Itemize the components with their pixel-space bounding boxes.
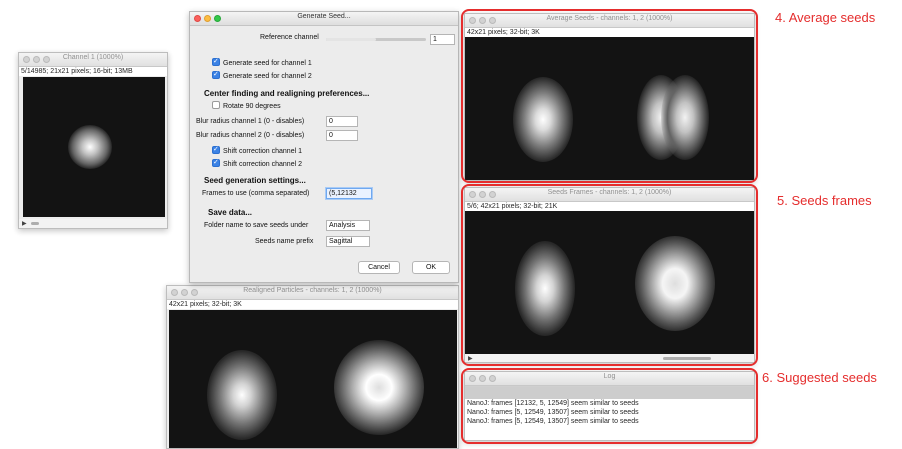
cancel-button[interactable]: Cancel <box>358 261 400 274</box>
checkbox-icon[interactable] <box>212 57 220 66</box>
channel1-image[interactable] <box>23 77 165 217</box>
checkbox-shift1[interactable]: Shift correction channel 1 <box>212 145 302 155</box>
annotation-suggested-seeds: 6. Suggested seeds <box>762 370 877 385</box>
blur1-field[interactable]: 0 <box>326 116 358 127</box>
window-title: Channel 1 (1000%) <box>62 54 124 61</box>
annotation-seeds-frames: 5. Seeds frames <box>777 193 872 208</box>
frames-field[interactable]: (5,12132 <box>326 188 372 199</box>
frame-scrollbar[interactable]: ▶ <box>19 219 167 228</box>
image-info: 5/14985; 21x21 pixels; 16-bit; 13MB <box>19 67 167 76</box>
reference-channel-field[interactable]: 1 <box>430 34 455 45</box>
dialog-titlebar[interactable]: Generate Seed... <box>190 12 458 26</box>
highlight-seeds-frames <box>461 184 758 366</box>
highlight-log <box>461 368 758 444</box>
annotation-average-seeds: 4. Average seeds <box>775 10 876 25</box>
window-title: Realigned Particles - channels: 1, 2 (10… <box>243 287 382 294</box>
checkbox-shift2[interactable]: Shift correction channel 2 <box>212 158 302 168</box>
checkbox-icon[interactable] <box>212 145 220 154</box>
blur1-label: Blur radius channel 1 (0 - disables) <box>196 118 305 125</box>
checkbox-generate-ch1[interactable]: Generate seed for channel 1 <box>212 57 312 67</box>
play-icon[interactable]: ▶ <box>22 220 27 227</box>
reference-channel-label: Reference channel <box>260 34 319 41</box>
channel1-window[interactable]: Channel 1 (1000%) 5/14985; 21x21 pixels;… <box>18 52 168 229</box>
blur2-field[interactable]: 0 <box>326 130 358 141</box>
seed-generation-heading: Seed generation settings... <box>204 176 306 185</box>
frames-label: Frames to use (comma separated) <box>202 190 310 197</box>
highlight-average-seeds <box>461 9 758 183</box>
dialog-title: Generate Seed... <box>297 13 351 20</box>
checkbox-icon[interactable] <box>212 158 220 167</box>
realigned-image[interactable] <box>169 310 457 448</box>
scroll-thumb[interactable] <box>31 222 39 225</box>
checkbox-label: Generate seed for channel 2 <box>223 73 312 80</box>
reference-channel-slider[interactable] <box>326 38 426 41</box>
folder-field[interactable]: Analysis <box>326 220 370 231</box>
ok-button[interactable]: OK <box>412 261 450 274</box>
generate-seed-dialog[interactable]: Generate Seed... Reference channel 1 Gen… <box>189 11 459 283</box>
folder-label: Folder name to save seeds under <box>204 222 309 229</box>
channel1-titlebar[interactable]: Channel 1 (1000%) <box>19 53 167 67</box>
checkbox-label: Shift correction channel 2 <box>223 161 302 168</box>
checkbox-label: Rotate 90 degrees <box>223 103 281 110</box>
checkbox-icon[interactable] <box>212 70 220 79</box>
prefix-label: Seeds name prefix <box>255 238 314 245</box>
realigned-titlebar[interactable]: Realigned Particles - channels: 1, 2 (10… <box>167 286 458 300</box>
checkbox-rotate[interactable]: Rotate 90 degrees <box>212 101 281 110</box>
checkbox-icon[interactable] <box>212 101 220 109</box>
realigned-window[interactable]: Realigned Particles - channels: 1, 2 (10… <box>166 285 459 449</box>
image-info: 42x21 pixels; 32-bit; 3K <box>167 300 458 309</box>
checkbox-label: Shift correction channel 1 <box>223 148 302 155</box>
blur2-label: Blur radius channel 2 (0 - disables) <box>196 132 305 139</box>
save-data-heading: Save data... <box>208 208 253 217</box>
checkbox-generate-ch2[interactable]: Generate seed for channel 2 <box>212 70 312 80</box>
center-finding-heading: Center finding and realigning preference… <box>204 89 370 98</box>
checkbox-label: Generate seed for channel 1 <box>223 60 312 67</box>
prefix-field[interactable]: Sagittal <box>326 236 370 247</box>
